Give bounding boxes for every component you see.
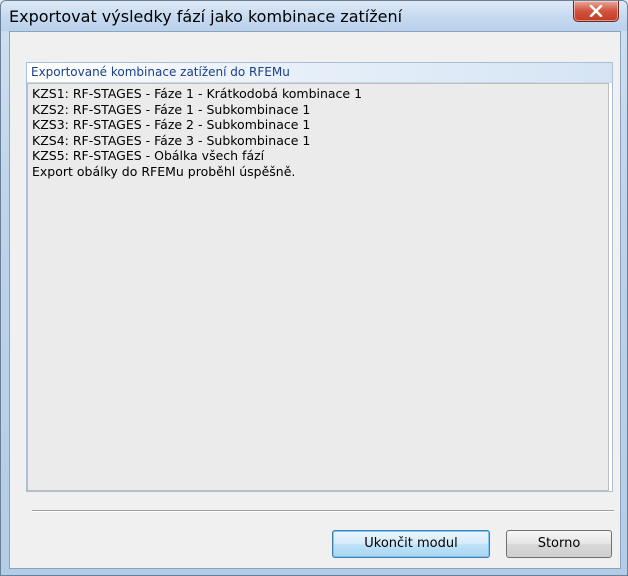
exported-combinations-group: Exportované kombinace zatížení do RFEMu … (26, 62, 613, 492)
dialog-body: Exportované kombinace zatížení do RFEMu … (9, 31, 621, 569)
log-line: KZS4: RF-STAGES - Fáze 3 - Subkombinace … (32, 132, 311, 148)
close-button[interactable] (573, 1, 619, 22)
cancel-button[interactable]: Storno (506, 530, 612, 558)
finish-module-button[interactable]: Ukončit modul (332, 530, 490, 558)
dialog-title: Exportovat výsledky fází jako kombinace … (9, 7, 403, 26)
group-title: Exportované kombinace zatížení do RFEMu (31, 65, 290, 79)
title-bar[interactable]: Exportovat výsledky fází jako kombinace … (1, 1, 627, 31)
log-line: KZS3: RF-STAGES - Fáze 2 - Subkombinace … (32, 117, 311, 132)
log-line: KZS1: RF-STAGES - Fáze 1 - Krátkodobá ko… (32, 86, 363, 101)
log-line: KZS2: RF-STAGES - Fáze 1 - Subkombinace … (32, 101, 311, 117)
export-log-textarea[interactable]: KZS1: RF-STAGES - Fáze 1 - Krátkodobá ko… (27, 83, 609, 491)
log-line: KZS5: RF-STAGES - Obálka všech fází (32, 148, 265, 163)
log-line: Export obálky do RFEMu proběhl úspěšně. (32, 163, 296, 179)
close-icon (589, 5, 603, 17)
export-dialog: Exportovat výsledky fází jako kombinace … (0, 0, 628, 576)
group-header: Exportované kombinace zatížení do RFEMu (27, 63, 612, 83)
divider (32, 510, 614, 512)
